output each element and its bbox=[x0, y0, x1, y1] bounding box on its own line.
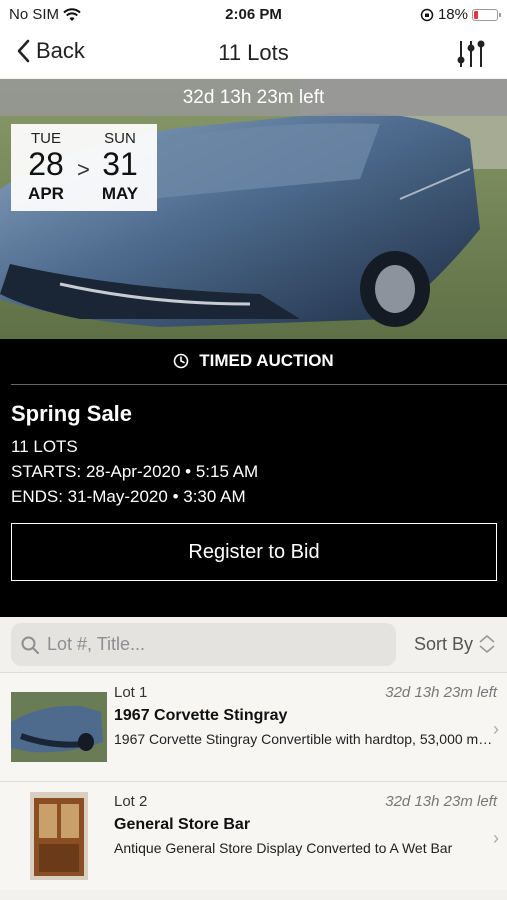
chevron-right-icon: › bbox=[493, 719, 499, 739]
rotation-lock-icon bbox=[420, 8, 434, 21]
lot-description: 1967 Corvette Stingray Convertible with … bbox=[114, 731, 494, 747]
clock-icon bbox=[173, 353, 189, 369]
start-weekday: TUE bbox=[31, 130, 61, 147]
register-to-bid-button[interactable]: Register to Bid bbox=[11, 523, 497, 581]
date-separator: > bbox=[77, 157, 90, 182]
search-placeholder: Lot #, Title... bbox=[47, 634, 146, 654]
search-input[interactable]: Lot #, Title... bbox=[11, 623, 396, 666]
time-left-banner: 32d 13h 23m left bbox=[0, 79, 507, 116]
end-time: ENDS: 31-May-2020 • 3:30 AM bbox=[11, 487, 246, 506]
lot-description: Antique General Store Display Converted … bbox=[114, 840, 453, 856]
lot-time-left: 32d 13h 23m left bbox=[385, 684, 497, 701]
start-time: STARTS: 28-Apr-2020 • 5:15 AM bbox=[11, 462, 259, 481]
list-item[interactable]: Lot 2 32d 13h 23m left General Store Bar… bbox=[0, 781, 507, 890]
start-date: TUE 28 APR bbox=[16, 130, 76, 204]
lot-number: Lot 1 bbox=[114, 684, 148, 701]
end-month: MAY bbox=[101, 184, 139, 203]
chevron-right-icon: › bbox=[493, 828, 499, 848]
end-weekday: SUN bbox=[104, 130, 136, 147]
lot-number: Lot 2 bbox=[114, 793, 148, 810]
nav-bar: Back 11 Lots bbox=[0, 30, 507, 78]
end-date: SUN 31 MAY bbox=[90, 130, 150, 204]
lot-thumbnail bbox=[11, 692, 107, 762]
lot-thumbnail bbox=[30, 792, 88, 880]
search-icon bbox=[21, 636, 39, 654]
auction-info-panel: TIMED AUCTION Spring Sale 11 LOTS STARTS… bbox=[0, 339, 507, 617]
sort-by-label: Sort By bbox=[413, 633, 473, 654]
divider bbox=[11, 384, 507, 385]
start-month: APR bbox=[28, 184, 64, 203]
start-day: 28 bbox=[28, 146, 64, 182]
status-right: 18% bbox=[420, 6, 501, 23]
auction-type: TIMED AUCTION bbox=[0, 351, 507, 371]
lot-time-left: 32d 13h 23m left bbox=[385, 793, 497, 810]
battery-percent: 18% bbox=[437, 6, 468, 23]
lot-title: 1967 Corvette Stingray bbox=[114, 707, 288, 724]
sort-by-button[interactable]: Sort By bbox=[414, 633, 497, 655]
search-row: Lot #, Title... Sort By bbox=[0, 617, 507, 672]
status-bar: No SIM 2:06 PM 18% bbox=[0, 0, 507, 30]
filter-sliders-icon[interactable] bbox=[455, 38, 487, 70]
battery-icon bbox=[472, 8, 501, 21]
lot-title: General Store Bar bbox=[114, 816, 251, 833]
date-range-badge: TUE 28 APR > SUN 31 MAY bbox=[11, 124, 157, 211]
auction-type-label: TIMED AUCTION bbox=[199, 351, 334, 370]
lots-count: 11 LOTS bbox=[11, 437, 78, 456]
sale-title: Spring Sale bbox=[11, 401, 133, 426]
page-title: 11 Lots bbox=[218, 40, 289, 65]
list-item[interactable]: Lot 1 32d 13h 23m left 1967 Corvette Sti… bbox=[0, 672, 507, 781]
sort-chevrons-icon bbox=[479, 634, 495, 654]
end-day: 31 bbox=[102, 146, 138, 182]
